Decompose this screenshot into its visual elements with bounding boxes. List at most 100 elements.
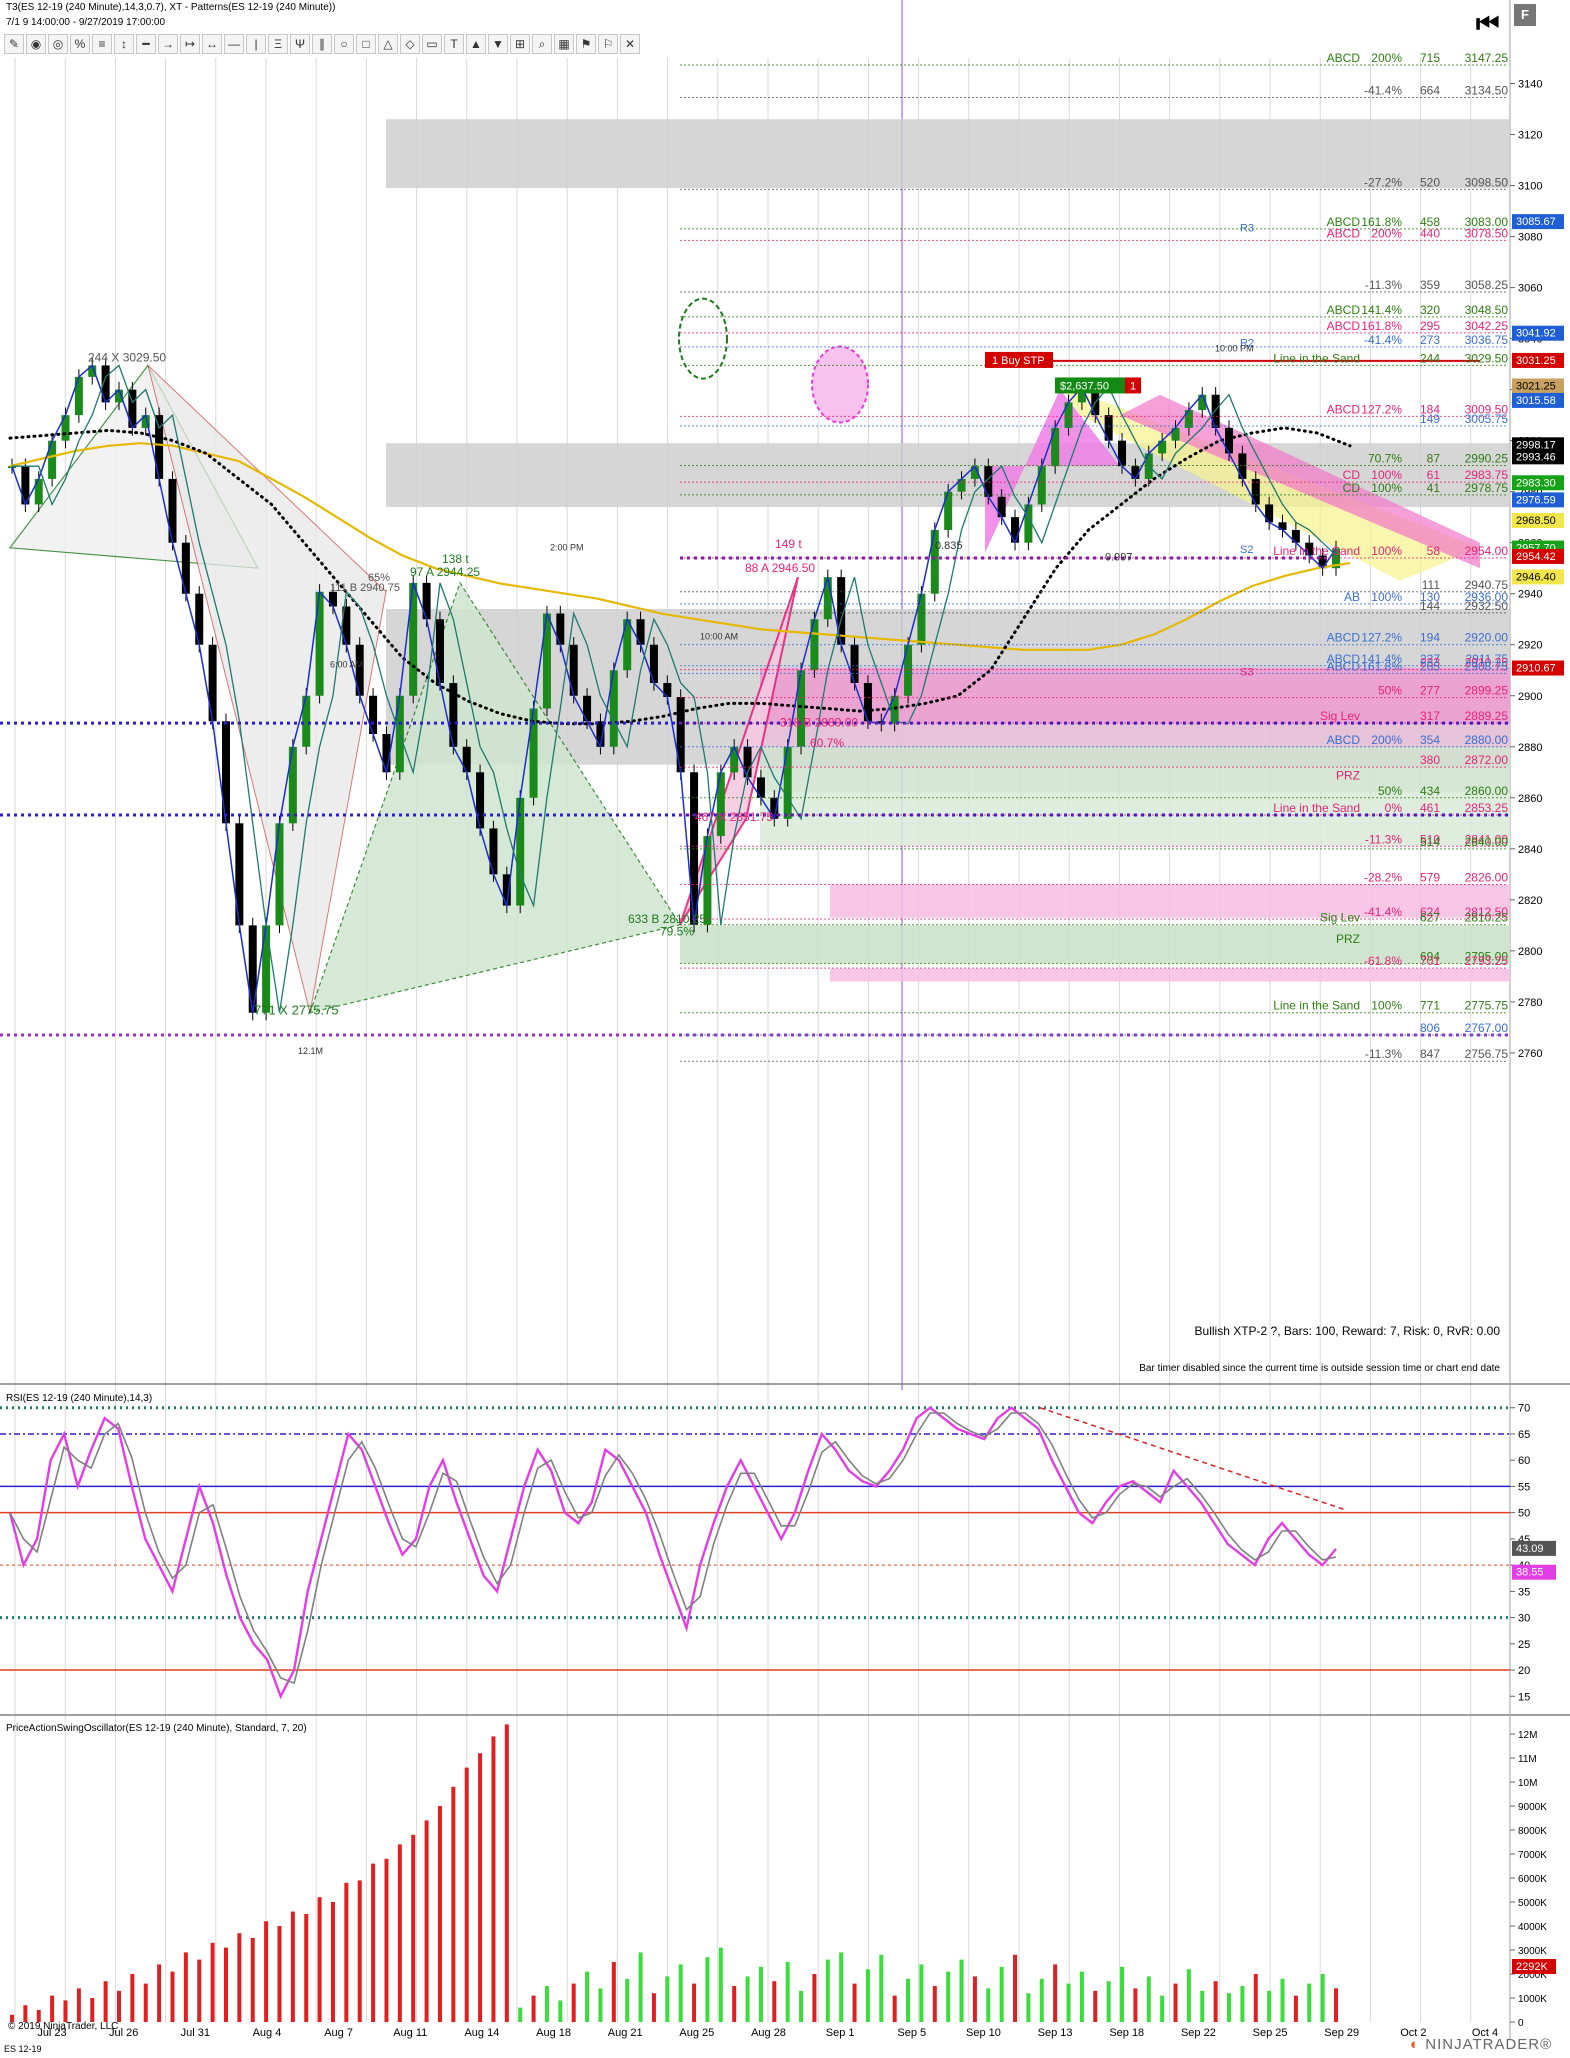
- level-pct: 161.8%: [1361, 319, 1402, 333]
- rsi-signal-tag-label: 43.09: [1516, 1543, 1544, 1555]
- volume-bar-down: [1253, 1974, 1258, 2022]
- level-pct: -61.8%: [1364, 954, 1402, 968]
- time-axis-label: Sep 29: [1324, 2027, 1359, 2039]
- price-tag: 2993.46: [1512, 449, 1564, 465]
- level-name: ABCD: [1327, 402, 1361, 416]
- volume-bar-down: [116, 1990, 121, 2022]
- level-pct: 127.2%: [1361, 631, 1402, 645]
- volume-bar-up: [705, 1957, 710, 2022]
- ellipse-annotation: [678, 297, 728, 380]
- instrument-label: ES 12-19: [4, 2044, 42, 2054]
- axis-tick-label: 10M: [1518, 1778, 1537, 1789]
- volume-bar-up: [825, 1959, 830, 2022]
- volume-bar-up: [1280, 1978, 1285, 2022]
- level-price: 2880.00: [1465, 733, 1509, 747]
- axis-tick-label: 2920: [1518, 640, 1542, 652]
- volume-bar-up: [558, 2000, 563, 2022]
- time-axis-label: Aug 25: [679, 2027, 714, 2039]
- level-label: ABCD 141.4% 320 3048.50: [1327, 303, 1509, 317]
- oscillator-panel-title: PriceActionSwingOscillator(ES 12-19 (240…: [6, 1723, 307, 1734]
- volume-bar-down: [852, 1983, 857, 2022]
- volume-bar-down: [504, 1724, 509, 2022]
- volume-bar-down: [90, 1998, 95, 2022]
- price-tag-label: 3085.67: [1516, 216, 1556, 228]
- level-label: -41.4% 664 3134.50: [1364, 84, 1508, 98]
- pnl-label: $2,637.50: [1060, 380, 1109, 392]
- candle-up: [623, 619, 632, 671]
- time-axis-label: Sep 22: [1181, 2027, 1216, 2039]
- axis-tick-label: 4000K: [1518, 1922, 1547, 1933]
- level-label: -27.2% 520 3098.50: [1364, 175, 1508, 189]
- price-tag-label: 2993.46: [1516, 451, 1556, 463]
- price-zone: [830, 968, 1510, 982]
- volume-bar-up: [1106, 1981, 1111, 2022]
- price-tag: 2976.59: [1512, 492, 1564, 508]
- level-name: Line in the Sand: [1273, 999, 1360, 1013]
- volume-bar-up: [1240, 1986, 1245, 2022]
- candle-down: [435, 619, 444, 683]
- annotation-ab-label: 138 t: [442, 552, 469, 566]
- volume-bar-up: [1079, 1971, 1084, 2022]
- volume-bar-down: [143, 1983, 148, 2022]
- annotation-low-vol: 12.1M: [298, 1046, 323, 1056]
- price-tag: 3041.92: [1512, 325, 1564, 341]
- level-price: 3058.25: [1465, 278, 1509, 292]
- candle-down: [235, 823, 244, 926]
- volume-bar-down: [76, 1988, 81, 2022]
- axis-tick-label: 2760: [1518, 1048, 1542, 1060]
- annotation-r3: R3: [1240, 222, 1254, 234]
- level-price: 2767.00: [1465, 1021, 1509, 1035]
- level-name: AB: [1344, 590, 1360, 604]
- level-pct: 200%: [1371, 226, 1402, 240]
- level-price: 2899.25: [1465, 684, 1509, 698]
- time-axis-label: Jul 31: [181, 2027, 210, 2039]
- chart-canvas[interactable]: ABCD 200% 715 3147.25-41.4% 664 3134.50-27.2%…: [0, 0, 1570, 2058]
- candle-up: [1051, 427, 1060, 467]
- level-price: 2932.50: [1465, 599, 1509, 613]
- volume-bar-up: [665, 1976, 670, 2022]
- level-bars: 579: [1420, 871, 1440, 885]
- candle-up: [716, 772, 725, 837]
- price-zone: [386, 119, 1510, 189]
- axis-tick-label: 50: [1518, 1508, 1530, 1520]
- volume-bar-down: [692, 1983, 697, 2022]
- volume-bar-up: [865, 1969, 870, 2022]
- volume-bar-down: [732, 1986, 737, 2022]
- level-name: ABCD: [1327, 319, 1361, 333]
- level-name: ABCD: [1327, 733, 1361, 747]
- level-bars: 847: [1420, 1047, 1440, 1061]
- volume-bar-up: [518, 2007, 523, 2022]
- volume-bar-up: [718, 1947, 723, 2022]
- level-label: 514 2840.00: [1420, 835, 1508, 849]
- level-label: Line in the Sand 244 3029.50: [1273, 351, 1508, 365]
- volume-bar-up: [745, 1976, 750, 2022]
- level-label: -28.2% 579 2826.00: [1364, 871, 1508, 885]
- volume-bar-up: [1146, 1976, 1151, 2022]
- time-axis-label: Sep 13: [1038, 2027, 1073, 2039]
- volume-bar-down: [972, 1976, 977, 2022]
- volume-bar-down: [103, 1981, 108, 2022]
- volume-bar-down: [384, 1858, 389, 2022]
- level-name: ABCD: [1327, 631, 1361, 645]
- candle-down: [476, 772, 485, 829]
- copyright: © 2019 NinjaTrader, LLC: [8, 2021, 119, 2032]
- volume-bar-up: [1200, 1990, 1205, 2022]
- level-label: 70.7% 87 2990.25: [1368, 452, 1508, 466]
- volume-bar-down: [1013, 1954, 1018, 2022]
- level-label: Line in the Sand 100% 771 2775.75: [1273, 999, 1508, 1013]
- candle-up: [315, 591, 324, 696]
- candle-up: [783, 746, 792, 819]
- oscillator-tag-label: 2292K: [1516, 1961, 1548, 1973]
- level-bars: 461: [1420, 801, 1440, 815]
- level-pct: -41.4%: [1364, 905, 1402, 919]
- level-bars: 354: [1420, 733, 1440, 747]
- level-name: Sig Lev: [1320, 709, 1360, 723]
- annotation-pct-795: 79.5%: [660, 925, 694, 939]
- level-bars: 265: [1420, 659, 1440, 673]
- candle-up: [409, 582, 418, 696]
- candle-down: [181, 542, 190, 594]
- volume-bar-up: [1026, 1993, 1031, 2022]
- annotation-x-low: 467 X 2851.75: [695, 810, 773, 824]
- pattern-status: Bullish XTP-2 ?, Bars: 100, Reward: 7, R…: [1195, 1324, 1501, 1338]
- volume-bar-down: [424, 1820, 429, 2022]
